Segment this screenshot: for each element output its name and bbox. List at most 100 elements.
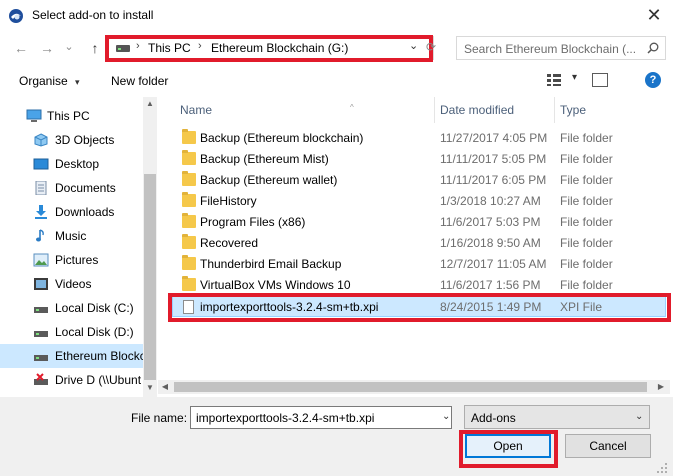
file-row[interactable]: Program Files (x86) 11/6/2017 5:03 PM Fi… <box>160 212 660 233</box>
file-name: Thunderbird Email Backup <box>200 257 342 271</box>
sidebar-item-network-drive[interactable]: Drive D (\\Ubunt <box>0 368 143 392</box>
sidebar-scroll-thumb[interactable] <box>144 174 156 380</box>
search-input[interactable]: Search Ethereum Blockchain (... <box>464 42 636 56</box>
file-row[interactable]: Backup (Ethereum blockchain) 11/27/2017 … <box>160 128 660 149</box>
chevron-down-icon[interactable]: ▾ <box>572 72 577 83</box>
file-row[interactable]: Backup (Ethereum wallet) 11/11/2017 6:05… <box>160 170 660 191</box>
close-button[interactable]: ✕ <box>641 4 667 26</box>
file-row[interactable]: Backup (Ethereum Mist) 11/11/2017 5:05 P… <box>160 149 660 170</box>
sidebar-item-label: Pictures <box>55 253 99 267</box>
breadcrumb-drive[interactable]: Ethereum Blockchain (G:) <box>211 41 348 55</box>
search-box[interactable]: Search Ethereum Blockchain (... <box>456 36 666 60</box>
file-name-dropdown-icon[interactable]: ⌄ <box>442 411 450 422</box>
sidebar-item-label: Desktop <box>55 157 100 171</box>
sidebar-item-label: Music <box>55 229 87 243</box>
folder-icon <box>182 213 196 228</box>
file-date: 11/6/2017 1:56 PM <box>440 278 541 292</box>
chevron-down-icon: ⌄ <box>64 40 74 53</box>
sidebar-item-music[interactable]: Music <box>0 224 143 248</box>
sidebar-item-local-disk-c[interactable]: Local Disk (C:) <box>0 296 143 320</box>
column-label: Name <box>180 103 213 117</box>
file-date: 1/16/2018 9:50 AM <box>440 236 541 250</box>
file-name: Backup (Ethereum Mist) <box>200 152 329 166</box>
drive-icon <box>34 331 48 337</box>
sidebar-item-this-pc[interactable]: This PC <box>0 104 143 128</box>
file-dialog: Select add-on to install ✕ ← → ⌄ ↑ › Thi… <box>0 0 673 476</box>
documents-icon <box>35 181 47 195</box>
file-row-selected[interactable]: importexporttools-3.2.4-sm+tb.xpi 8/24/2… <box>172 296 666 317</box>
scroll-right-icon[interactable]: ▶ <box>656 382 666 392</box>
sidebar-item-label: Local Disk (D:) <box>55 325 134 339</box>
drive-icon <box>34 355 48 361</box>
forward-button[interactable]: → <box>38 39 56 57</box>
3d-objects-icon <box>34 133 48 147</box>
file-name-input[interactable]: importexporttools-3.2.4-sm+tb.xpi <box>190 406 452 429</box>
sidebar-item-pictures[interactable]: Pictures <box>0 248 143 272</box>
refresh-icon[interactable]: ⟳ <box>426 40 440 54</box>
file-row[interactable]: FileHistory 1/3/2018 10:27 AM File folde… <box>160 191 660 212</box>
file-name: Backup (Ethereum wallet) <box>200 173 338 187</box>
up-button[interactable]: ↑ <box>86 39 104 57</box>
new-folder-button[interactable]: New folder <box>111 74 168 88</box>
recent-locations-button[interactable]: ⌄ <box>62 37 76 55</box>
file-date: 11/27/2017 4:05 PM <box>440 131 548 145</box>
music-icon <box>36 229 44 242</box>
sidebar-item-downloads[interactable]: Downloads <box>0 200 143 224</box>
column-label: Type <box>560 103 587 117</box>
file-date: 11/6/2017 5:03 PM <box>440 215 541 229</box>
sidebar-item-desktop[interactable]: Desktop <box>0 152 143 176</box>
sidebar-item-label: Documents <box>55 181 116 195</box>
cancel-button[interactable]: Cancel <box>565 434 651 458</box>
sidebar-item-ethereum-blockchain[interactable]: Ethereum Blockch <box>0 344 152 368</box>
file-type: File folder <box>560 131 613 145</box>
file-row[interactable]: Recovered 1/16/2018 9:50 AM File folder <box>160 233 660 254</box>
file-list-scrollbar[interactable]: ◀ ▶ <box>158 380 670 394</box>
sidebar-item-local-disk-d[interactable]: Local Disk (D:) <box>0 320 143 344</box>
folder-icon <box>182 234 196 249</box>
dialog-footer: File name: importexporttools-3.2.4-sm+tb… <box>0 397 673 476</box>
downloads-icon <box>35 205 47 219</box>
back-button[interactable]: ← <box>12 39 30 57</box>
preview-pane-icon[interactable] <box>592 73 608 87</box>
file-name: Program Files (x86) <box>200 215 306 229</box>
file-row[interactable]: VirtualBox VMs Windows 10 11/6/2017 1:56… <box>160 275 660 296</box>
scroll-left-icon[interactable]: ◀ <box>160 382 170 392</box>
open-button[interactable]: Open <box>465 434 551 458</box>
file-date: 11/11/2017 6:05 PM <box>440 173 547 187</box>
address-bar[interactable]: › This PC › Ethereum Blockchain (G:) ⌄ <box>108 36 434 60</box>
sidebar-scrollbar[interactable]: ▲ ▼ <box>143 97 157 397</box>
organise-label: Organise <box>19 74 68 88</box>
address-dropdown-icon[interactable]: ⌄ <box>409 39 418 52</box>
file-name: FileHistory <box>200 194 257 208</box>
view-options-icon[interactable] <box>546 73 562 87</box>
sidebar-item-label: Ethereum Blockch <box>55 349 153 363</box>
resize-grip-icon[interactable] <box>656 462 668 474</box>
file-name: importexporttools-3.2.4-sm+tb.xpi <box>200 300 379 314</box>
navigation-pane: This PC 3D Objects Desktop Documents Dow… <box>0 97 157 397</box>
scroll-down-icon[interactable]: ▼ <box>145 383 155 393</box>
column-header-type[interactable]: Type <box>555 97 665 123</box>
file-type-filter-select[interactable]: Add-ons ⌄ <box>464 405 650 429</box>
chevron-down-icon: ▾ <box>75 77 80 87</box>
help-icon[interactable]: ? <box>645 72 661 88</box>
sidebar-item-documents[interactable]: Documents <box>0 176 143 200</box>
folder-icon <box>182 255 196 270</box>
videos-icon <box>34 278 48 290</box>
file-name-value: importexporttools-3.2.4-sm+tb.xpi <box>196 411 375 425</box>
sidebar-item-3d-objects[interactable]: 3D Objects <box>0 128 143 152</box>
column-header-name[interactable]: Name ^ <box>160 97 435 123</box>
file-type: XPI File <box>560 300 603 314</box>
scroll-up-icon[interactable]: ▲ <box>145 99 155 109</box>
column-header-date[interactable]: Date modified <box>435 97 555 123</box>
back-arrow-icon: ← <box>14 40 28 56</box>
file-row[interactable]: Thunderbird Email Backup 12/7/2017 11:05… <box>160 254 660 275</box>
breadcrumb-this-pc[interactable]: This PC <box>148 41 191 55</box>
folder-icon <box>182 276 196 291</box>
organise-button[interactable]: Organise ▾ <box>19 74 80 88</box>
file-type: File folder <box>560 173 613 187</box>
file-name: Backup (Ethereum blockchain) <box>200 131 364 145</box>
sidebar-item-videos[interactable]: Videos <box>0 272 143 296</box>
file-list-scroll-thumb[interactable] <box>174 382 647 392</box>
file-type-filter-value: Add-ons <box>471 411 516 425</box>
file-date: 8/24/2015 1:49 PM <box>440 300 542 314</box>
